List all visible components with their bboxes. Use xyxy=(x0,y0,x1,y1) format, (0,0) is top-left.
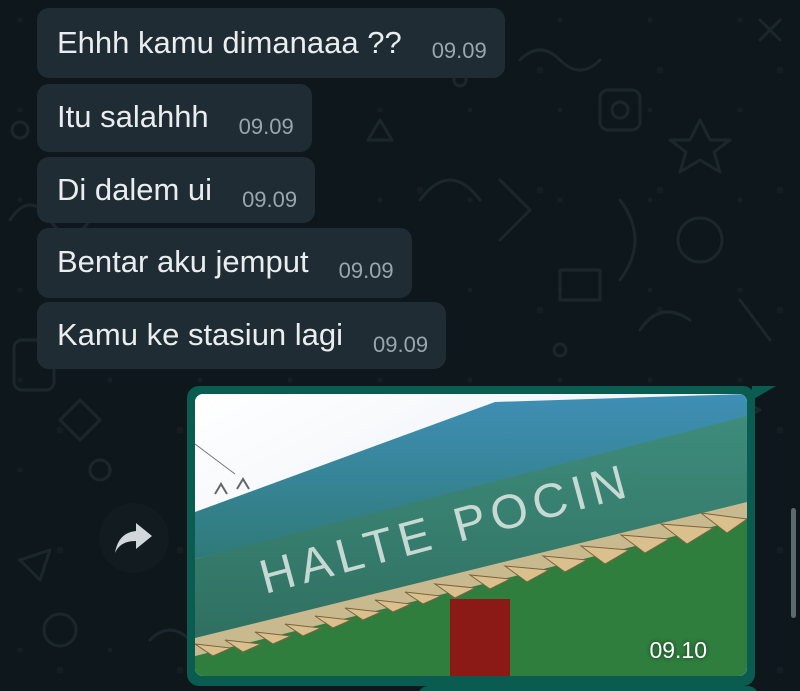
forward-arrow-icon xyxy=(115,523,152,553)
message-text: Ehhh kamu dimanaaa ?? xyxy=(57,25,402,60)
message-time: 09.09 xyxy=(431,38,487,63)
message-time: 09.10 xyxy=(649,637,707,663)
incoming-message[interactable]: Bentar aku jemput 09.09 xyxy=(37,228,412,298)
photo-halte-sign: HALTE POCIN xyxy=(195,394,747,676)
message-time: 09.09 xyxy=(238,114,294,139)
message-text: Bentar aku jemput xyxy=(57,244,309,279)
message-time: 09.09 xyxy=(242,187,298,212)
incoming-message[interactable]: Di dalem ui 09.09 xyxy=(37,157,316,223)
message-photo[interactable]: HALTE POCIN 09.10 xyxy=(195,394,747,676)
incoming-message[interactable]: Itu salahhh 09.09 xyxy=(37,84,312,152)
double-check-icon xyxy=(195,397,223,415)
outgoing-message-partial[interactable] xyxy=(418,686,758,691)
incoming-message[interactable]: Kamu ke stasiun lagi 09.09 xyxy=(37,302,447,369)
scrollbar-thumb[interactable] xyxy=(791,508,796,618)
chat-conversation[interactable]: Ehhh kamu dimanaaa ?? 09.09 Itu salahhh 09… xyxy=(0,0,800,691)
bubble-tail xyxy=(752,386,776,400)
message-time: 09.09 xyxy=(338,258,394,283)
forward-button[interactable] xyxy=(99,503,169,573)
message-text: Itu salahhh xyxy=(57,99,209,134)
message-time: 09.09 xyxy=(373,332,429,357)
message-text: Kamu ke stasiun lagi xyxy=(57,317,344,352)
incoming-message[interactable]: Ehhh kamu dimanaaa ?? 09.09 xyxy=(37,8,505,78)
outgoing-image-message[interactable]: HALTE POCIN 09.10 xyxy=(187,386,755,686)
message-text: Di dalem ui xyxy=(57,172,213,207)
